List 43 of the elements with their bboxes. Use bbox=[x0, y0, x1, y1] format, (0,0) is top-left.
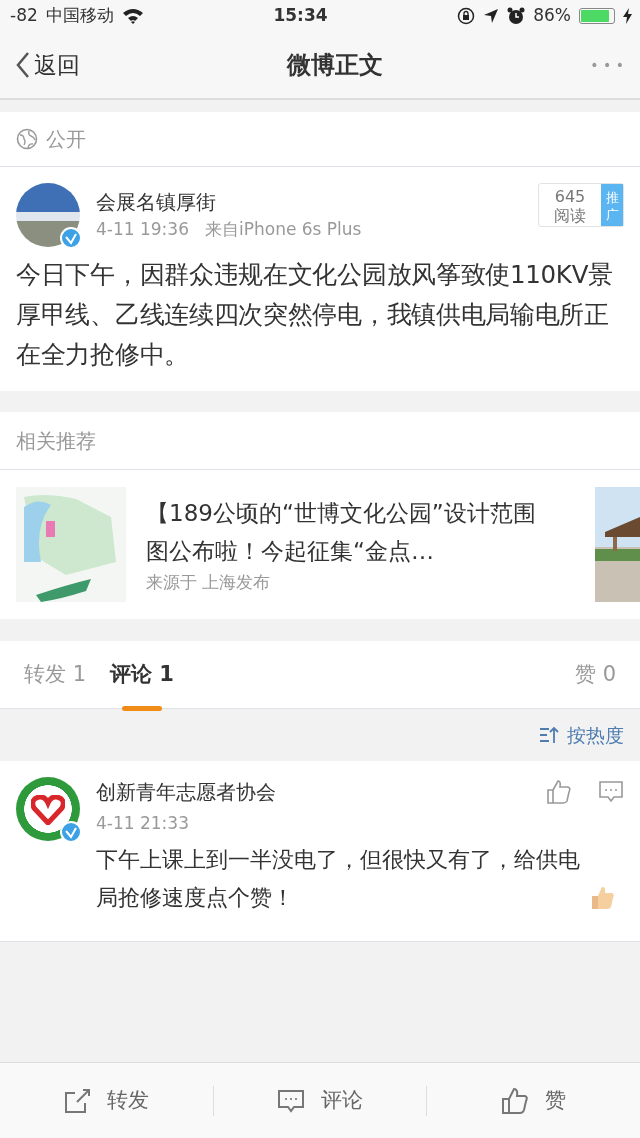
post-text: 今日下午，因群众违规在文化公园放风筝致使110KV景厚甲线、乙线连续四次突然停电，我镇供电局输电所正在全力抢修中。 bbox=[16, 259, 614, 371]
thumbs-up-icon bbox=[501, 1086, 530, 1115]
article-source: 来源于 上海发布 bbox=[145, 570, 272, 594]
comment-author: 创新青年志愿者协会 bbox=[96, 779, 277, 806]
tab[interactable]: 评论 1 bbox=[110, 640, 174, 709]
comment-time: 4-11 21:33 bbox=[96, 812, 190, 835]
article-title: 【189公顷的“世博文化公园”设计范围图公布啦！今起征集“金点… bbox=[145, 498, 537, 566]
read-label: 阅读 bbox=[553, 206, 587, 225]
author-name: 会展名镇厚街 bbox=[96, 189, 217, 216]
comment-text: 下午上课上到一半没电了，但很快又有了，给供电局抢修速度点个赞！ bbox=[96, 845, 581, 912]
page-title: 微博正文 bbox=[287, 51, 384, 79]
tab-underline bbox=[122, 705, 162, 711]
related-article-card[interactable]: 【189公顷的“世博文化公园”设计范围图公布啦！今起征集“金点… 来源于 上海发布 bbox=[0, 470, 640, 619]
globe-icon bbox=[16, 128, 38, 150]
heart-logo-icon bbox=[31, 795, 65, 825]
tab[interactable]: 赞 0 bbox=[574, 640, 616, 709]
charging-icon bbox=[623, 8, 632, 24]
comment-icon[interactable] bbox=[598, 780, 624, 804]
action-button[interactable]: 转发 bbox=[0, 1083, 213, 1118]
section-heading: 相关推荐 bbox=[16, 427, 96, 455]
sort-button[interactable]: 按热度 bbox=[539, 720, 624, 750]
back-button[interactable]: 返回 bbox=[16, 47, 80, 83]
tab[interactable]: 转发 1 bbox=[24, 640, 87, 709]
visibility-label: 公开 bbox=[46, 126, 86, 153]
battery-icon bbox=[579, 8, 615, 24]
alarm-icon bbox=[507, 7, 526, 25]
signal-strength: -82 bbox=[10, 4, 38, 28]
wifi-icon bbox=[121, 8, 144, 24]
share-icon bbox=[63, 1086, 92, 1115]
status-time: 15:34 bbox=[272, 4, 329, 28]
battery-percent: 86% bbox=[533, 4, 571, 28]
post-time: 4-11 19:36 bbox=[96, 218, 189, 241]
action-button[interactable]: 赞 bbox=[427, 1083, 640, 1118]
thumbs-up-icon[interactable] bbox=[546, 779, 572, 805]
read-count: 645 bbox=[553, 187, 587, 206]
action-button[interactable]: 评论 bbox=[213, 1083, 427, 1118]
post-source: 来自iPhone 6s Plus bbox=[205, 218, 362, 241]
location-icon bbox=[483, 8, 500, 24]
rotation-lock-icon bbox=[457, 7, 476, 25]
carrier-name: 中国移动 bbox=[45, 4, 114, 28]
back-icon bbox=[16, 51, 30, 79]
sort-icon bbox=[539, 726, 559, 744]
thumbs-up-icon bbox=[590, 884, 616, 911]
